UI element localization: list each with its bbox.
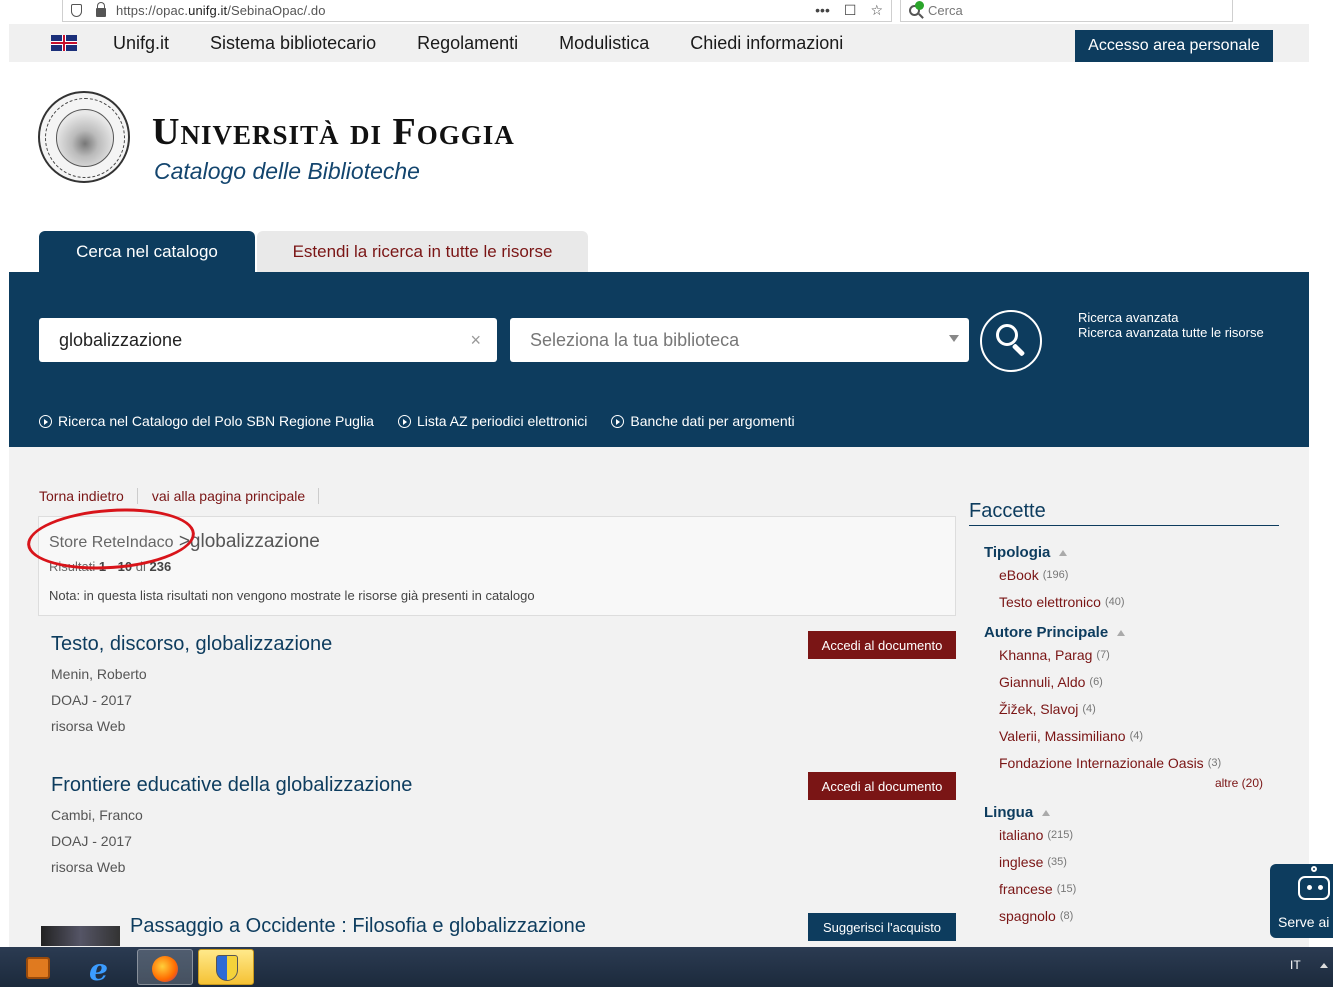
nav-regolamenti[interactable]: Regolamenti [417,33,518,54]
facet-item[interactable]: spagnolo (8) [999,902,1279,929]
result-author: Cambi, Franco [51,807,143,823]
result-item: Passaggio a Occidente : Filosofia e glob… [130,913,956,941]
tracking-shield-icon[interactable] [71,4,82,17]
result-source: DOAJ - 2017 [51,833,132,849]
url-text[interactable]: https://opac.unifg.it/SebinaOpac/.do [116,3,326,18]
results-query: globalizzazione [189,531,320,552]
back-link[interactable]: Torna indietro [39,488,138,504]
university-seal-logo[interactable] [38,91,130,183]
facet-item[interactable]: Giannuli, Aldo (6) [999,668,1279,695]
result-type: risorsa Web [51,718,126,734]
firefox-taskbar-icon[interactable] [137,949,193,985]
search-panel: globalizzazione × Seleziona la tua bibli… [9,272,1309,447]
link-banche-dati[interactable]: Banche dati per argomenti [611,413,795,429]
home-link[interactable]: vai alla pagina principale [152,488,320,504]
suggest-purchase-button[interactable]: Suggerisci l'acquisto [808,913,956,941]
chatbot-button[interactable]: Serve ai [1270,864,1333,938]
access-document-button[interactable]: Accedi al documento [808,772,956,800]
play-circle-icon [397,414,411,428]
result-source: DOAJ - 2017 [51,692,132,708]
uk-flag-icon[interactable] [51,35,77,51]
facet-more-link[interactable]: altre (20) [984,776,1279,790]
nav-modulistica[interactable]: Modulistica [559,33,649,54]
personal-area-button[interactable]: Accesso area personale [1075,30,1273,62]
result-type: risorsa Web [51,859,126,875]
result-item: Frontiere educative della globalizzazion… [51,772,956,875]
breadcrumb: Torna indietro vai alla pagina principal… [39,488,333,504]
add-engine-icon [915,1,924,10]
tray-arrow-icon[interactable] [1320,963,1328,968]
facet-item[interactable]: Testo elettronico (40) [999,588,1279,615]
clear-icon[interactable]: × [470,330,481,351]
search-input[interactable]: globalizzazione × [39,318,497,362]
advanced-search-all-link[interactable]: Ricerca avanzata tutte le risorse [1078,325,1264,340]
facet-item[interactable]: italiano (215) [999,821,1279,848]
library-select-placeholder: Seleziona la tua biblioteca [530,329,740,350]
facet-item[interactable]: inglese (35) [999,848,1279,875]
nav-chiedi-informazioni[interactable]: Chiedi informazioni [690,33,843,54]
result-item: Testo, discorso, globalizzazione Menin, … [51,631,956,734]
catalog-subtitle: Catalogo delle Biblioteche [154,158,420,184]
collapse-icon[interactable] [1042,809,1051,816]
book-cover-thumbnail[interactable] [41,926,120,946]
lock-icon[interactable] [96,2,106,17]
search-query-text: globalizzazione [59,329,183,350]
page-actions-icon[interactable]: ••• [815,2,830,19]
play-circle-icon [611,414,625,428]
media-player-taskbar-icon[interactable] [12,949,68,985]
tab-estendi-ricerca[interactable]: Estendi la ricerca in tutte le risorse [257,231,588,272]
play-circle-icon [39,414,52,428]
link-lista-az-periodici[interactable]: Lista AZ periodici elettronici [397,413,587,429]
university-title[interactable]: Università di Foggia [152,110,515,154]
facets-panel: Faccette Tipologia eBook (196) Testo elet… [969,500,1279,929]
facets-heading: Faccette [969,500,1279,526]
result-author: Menin, Roberto [51,666,147,682]
pocket-icon[interactable]: ☐ [844,2,857,19]
facet-item[interactable]: Žižek, Slavoj (4) [999,695,1279,722]
access-document-button[interactable]: Accedi al documento [808,631,956,659]
facet-item[interactable]: Khanna, Parag (7) [999,641,1279,668]
browser-search-field[interactable]: Cerca [900,0,1233,22]
collapse-icon[interactable] [1117,629,1126,636]
facet-autore-header[interactable]: Autore Principale [984,624,1279,641]
library-select[interactable]: Seleziona la tua biblioteca [510,318,969,362]
facet-item[interactable]: eBook (196) [999,561,1279,588]
robot-icon [1298,876,1330,900]
facet-item[interactable]: francese (15) [999,875,1279,902]
top-navigation: Unifg.it Sistema bibliotecario Regolamen… [9,24,1309,62]
windows-taskbar: e [0,947,1333,988]
address-bar[interactable]: https://opac.unifg.it/SebinaOpac/.do •••… [62,0,892,22]
facet-item[interactable]: Valerii, Massimiliano (4) [999,722,1279,749]
collapse-icon[interactable] [1059,549,1068,556]
chevron-down-icon [949,335,959,342]
results-note: Nota: in questa lista risultati non veng… [49,588,535,603]
facet-item[interactable]: Fondazione Internazionale Oasis (3) [999,749,1279,776]
link-catalogo-polo-sbn[interactable]: Ricerca nel Catalogo del Polo SBN Region… [39,413,374,429]
nav-unifg[interactable]: Unifg.it [113,33,169,54]
input-language-indicator[interactable]: IT [1290,958,1301,972]
nav-sistema-bibliotecario[interactable]: Sistema bibliotecario [210,33,376,54]
tab-cerca-nel-catalogo[interactable]: Cerca nel catalogo [39,231,255,272]
search-button[interactable] [980,310,1042,372]
browser-search-placeholder: Cerca [928,3,963,18]
chatbot-label: Serve ai [1278,914,1330,930]
facet-tipologia-header[interactable]: Tipologia [984,544,1279,561]
internet-explorer-taskbar-icon[interactable]: e [76,949,132,988]
advanced-search-link[interactable]: Ricerca avanzata [1078,310,1264,325]
facet-lingua-header[interactable]: Lingua [984,804,1279,821]
security-shield-taskbar-icon[interactable] [198,949,254,985]
bookmark-star-icon[interactable]: ☆ [870,2,883,19]
